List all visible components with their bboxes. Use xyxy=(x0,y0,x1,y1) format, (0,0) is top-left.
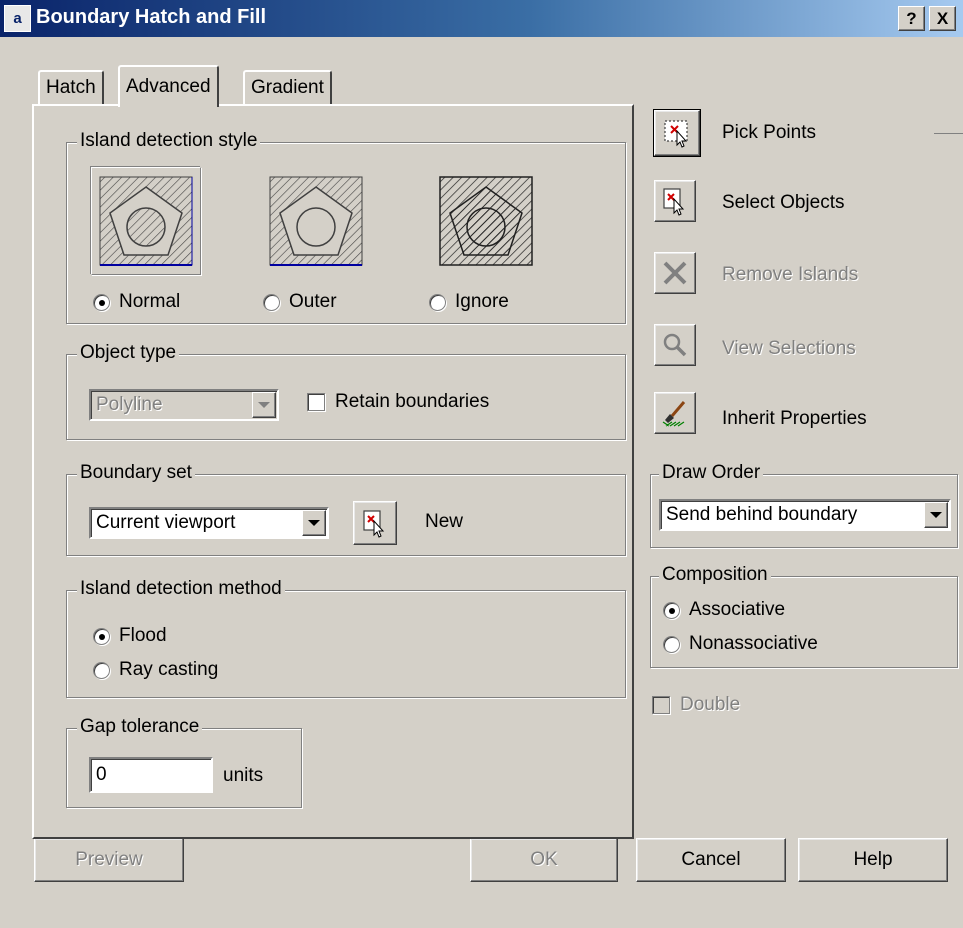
object-type-value: Polyline xyxy=(96,394,163,415)
ignore-style-preview[interactable] xyxy=(431,167,541,275)
radio-outer[interactable]: Outer xyxy=(263,291,337,313)
normal-hatch-icon xyxy=(99,176,193,266)
draw-order-value: Send behind boundary xyxy=(666,504,858,525)
boundary-set-group: Boundary set Current viewport New xyxy=(66,462,626,556)
pick-points-button[interactable] xyxy=(653,109,701,157)
retain-boundaries-checkbox[interactable]: Retain boundaries xyxy=(307,391,489,413)
outer-style-preview[interactable] xyxy=(261,167,371,275)
new-label: New xyxy=(425,511,464,532)
app-icon[interactable]: a xyxy=(4,5,31,32)
select-objects-icon xyxy=(663,188,685,216)
gap-tolerance-group: Gap tolerance 0 units xyxy=(66,716,302,808)
radio-ignore[interactable]: Ignore xyxy=(429,291,509,313)
select-cursor-icon xyxy=(363,510,385,538)
pick-points-icon xyxy=(664,120,688,148)
boundary-set-legend: Boundary set xyxy=(77,462,195,484)
tab-advanced[interactable]: Advanced xyxy=(118,65,219,107)
radio-associative-label: Associative xyxy=(689,599,786,620)
radio-ray-casting-label: Ray casting xyxy=(119,659,219,680)
select-objects-button[interactable] xyxy=(654,180,696,222)
select-objects-label: Select Objects xyxy=(722,192,845,213)
draw-order-legend: Draw Order xyxy=(659,462,764,484)
double-checkbox[interactable]: Double xyxy=(652,694,740,716)
double-box[interactable] xyxy=(652,696,670,714)
chevron-down-icon[interactable] xyxy=(924,502,948,528)
outer-hatch-icon xyxy=(269,176,363,266)
radio-ray-casting[interactable]: Ray casting xyxy=(93,659,218,681)
chevron-down-icon[interactable] xyxy=(302,510,326,536)
magnifier-icon xyxy=(663,333,687,357)
preview-button[interactable]: Preview xyxy=(34,838,184,882)
title-bar[interactable]: a Boundary Hatch and Fill ? X xyxy=(0,0,963,37)
radio-normal-dot[interactable] xyxy=(93,293,110,311)
island-detection-method-legend: Island detection method xyxy=(77,578,285,600)
double-label: Double xyxy=(680,694,741,715)
radio-outer-label: Outer xyxy=(289,291,337,312)
tab-gradient[interactable]: Gradient xyxy=(243,70,332,104)
radio-nonassociative-dot[interactable] xyxy=(663,635,680,653)
radio-flood[interactable]: Flood xyxy=(93,625,167,647)
radio-flood-label: Flood xyxy=(119,625,167,646)
radio-associative-dot[interactable] xyxy=(663,601,680,619)
object-type-group: Object type Polyline Retain boundaries xyxy=(66,342,626,440)
radio-nonassociative-label: Nonassociative xyxy=(689,633,818,654)
separator-line xyxy=(934,133,963,134)
radio-flood-dot[interactable] xyxy=(93,627,110,645)
window-title: Boundary Hatch and Fill xyxy=(36,6,267,28)
ok-button[interactable]: OK xyxy=(470,838,618,882)
radio-associative[interactable]: Associative xyxy=(663,599,785,621)
radio-outer-dot[interactable] xyxy=(263,293,280,311)
radio-ray-casting-dot[interactable] xyxy=(93,661,110,679)
retain-boundaries-label: Retain boundaries xyxy=(335,391,490,412)
remove-x-icon xyxy=(663,261,687,285)
help-button[interactable]: Help xyxy=(798,838,948,882)
chevron-down-icon[interactable] xyxy=(252,392,276,418)
composition-legend: Composition xyxy=(659,564,771,586)
radio-normal-label: Normal xyxy=(119,291,181,312)
radio-nonassociative[interactable]: Nonassociative xyxy=(663,633,818,655)
island-detection-style-legend: Island detection style xyxy=(77,130,261,152)
radio-ignore-label: Ignore xyxy=(455,291,509,312)
gap-tolerance-legend: Gap tolerance xyxy=(77,716,203,738)
object-type-legend: Object type xyxy=(77,342,180,364)
ignore-hatch-icon xyxy=(439,176,533,266)
island-detection-style-group: Island detection style Normal Outer Igno… xyxy=(66,130,626,324)
view-selections-label: View Selections xyxy=(722,338,856,359)
help-title-button[interactable]: ? xyxy=(898,6,925,31)
gap-tolerance-value: 0 xyxy=(96,764,107,785)
remove-islands-button[interactable] xyxy=(654,252,696,294)
gap-tolerance-units: units xyxy=(223,765,264,786)
island-detection-method-group: Island detection method Flood Ray castin… xyxy=(66,578,626,698)
boundary-set-value: Current viewport xyxy=(96,512,236,533)
remove-islands-label: Remove Islands xyxy=(722,264,859,285)
new-boundary-set-button[interactable] xyxy=(353,501,397,545)
composition-group: Composition Associative Nonassociative xyxy=(650,564,958,668)
inherit-properties-button[interactable] xyxy=(654,392,696,434)
retain-boundaries-box[interactable] xyxy=(307,393,325,411)
draw-order-select[interactable]: Send behind boundary xyxy=(659,499,951,531)
normal-style-preview[interactable] xyxy=(91,167,201,275)
close-button[interactable]: X xyxy=(929,6,956,31)
pick-points-label: Pick Points xyxy=(722,122,816,143)
draw-order-group: Draw Order Send behind boundary xyxy=(650,462,958,548)
boundary-set-select[interactable]: Current viewport xyxy=(89,507,329,539)
radio-normal[interactable]: Normal xyxy=(93,291,180,313)
tab-hatch[interactable]: Hatch xyxy=(38,70,104,104)
paintbrush-icon xyxy=(662,401,686,427)
advanced-tab-panel: Island detection style Normal Outer Igno… xyxy=(32,104,634,839)
inherit-properties-label: Inherit Properties xyxy=(722,408,867,429)
gap-tolerance-input[interactable]: 0 xyxy=(89,757,213,793)
radio-ignore-dot[interactable] xyxy=(429,293,446,311)
view-selections-button[interactable] xyxy=(654,324,696,366)
object-type-select[interactable]: Polyline xyxy=(89,389,279,421)
cancel-button[interactable]: Cancel xyxy=(636,838,786,882)
